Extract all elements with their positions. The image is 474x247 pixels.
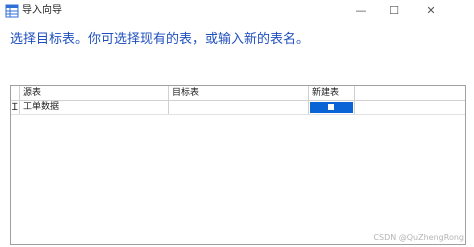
new-table-checkbox[interactable] [327, 103, 335, 111]
column-header-source[interactable]: 源表 [20, 86, 169, 100]
import-wizard-icon [5, 4, 19, 18]
table-row[interactable]: Ɪ 工单数据 [11, 101, 465, 115]
column-header-new-table[interactable]: 新建表 [309, 86, 355, 100]
minimize-button[interactable]: — [345, 0, 377, 22]
row-header-corner [11, 86, 20, 100]
new-table-selection [310, 102, 353, 113]
source-table-cell[interactable]: 工单数据 [20, 101, 169, 114]
maximize-button[interactable]: ☐ [378, 0, 410, 22]
table-mapping-grid[interactable]: 源表 目标表 新建表 Ɪ 工单数据 [10, 85, 466, 245]
row-header[interactable]: Ɪ [11, 101, 20, 114]
instruction-text: 选择目标表。你可选择现有的表，或输入新的表名。 [10, 32, 310, 47]
target-table-cell[interactable] [169, 101, 309, 114]
new-table-cell[interactable] [309, 101, 355, 114]
title-bar: 导入向导 — ☐ ✕ [0, 0, 474, 22]
close-button[interactable]: ✕ [415, 0, 447, 22]
text-cursor-icon: Ɪ [12, 102, 18, 113]
window-title: 导入向导 [22, 5, 62, 16]
grid-header: 源表 目标表 新建表 [11, 86, 465, 101]
watermark: CSDN @QuZhengRong [373, 233, 464, 242]
column-header-target[interactable]: 目标表 [169, 86, 309, 100]
